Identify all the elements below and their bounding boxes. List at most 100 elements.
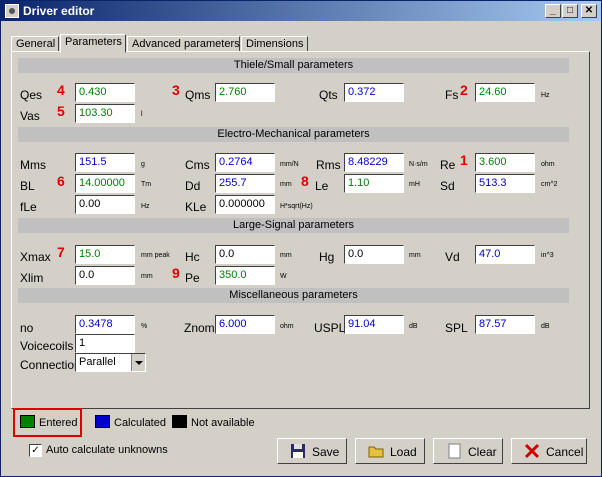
fle-field[interactable]: 0.00 — [75, 195, 135, 214]
entered-legend-label: Entered — [39, 417, 78, 429]
fs-label: Fs — [445, 88, 459, 102]
rms-label: Rms — [316, 158, 341, 172]
qts-label: Qts — [319, 88, 338, 102]
rms-unit: N·s/m — [409, 161, 428, 168]
re-field[interactable]: 3.600 — [475, 153, 535, 172]
not-available-legend-label: Not available — [191, 417, 255, 429]
load-button[interactable]: Load — [355, 438, 425, 464]
bl-label: BL — [20, 179, 35, 193]
entered-swatch — [20, 415, 35, 428]
cms-unit: mm/N — [280, 161, 299, 168]
floppy-disk-icon — [291, 444, 305, 458]
app-icon — [5, 4, 19, 18]
sd-field[interactable]: 513.3 — [475, 174, 535, 193]
fle-label: fLe — [20, 200, 37, 214]
kle-field[interactable]: 0.000000 — [215, 195, 275, 214]
pe-label: Pe — [185, 271, 200, 285]
qts-field[interactable]: 0.372 — [344, 83, 404, 102]
fs-unit: Hz — [541, 92, 550, 99]
bl-field[interactable]: 14.00000 — [75, 174, 135, 193]
cms-field[interactable]: 0.2764 — [215, 153, 275, 172]
voicecoils-label: Voicecoils — [20, 339, 74, 353]
driver-editor-window: Driver editor _ □ ✕ General Parameters A… — [0, 0, 602, 477]
section-miscellaneous: Miscellaneous parameters — [18, 288, 569, 303]
spl-field[interactable]: 87.57 — [475, 315, 535, 334]
vas-label: Vas — [20, 109, 40, 123]
calculated-legend-label: Calculated — [114, 417, 166, 429]
uspl-unit: dB — [409, 323, 418, 330]
connection-label: Connection — [20, 358, 81, 372]
vd-field[interactable]: 47.0 — [475, 245, 535, 264]
annotation-6: 6 — [57, 173, 65, 189]
dd-unit: mm — [280, 181, 292, 188]
annotation-7: 7 — [57, 244, 65, 260]
cancel-button[interactable]: Cancel — [511, 438, 587, 464]
spl-unit: dB — [541, 323, 550, 330]
close-icon: ✕ — [584, 5, 594, 16]
znom-field[interactable]: 6.000 — [215, 315, 275, 334]
maximize-icon: □ — [566, 5, 574, 16]
qes-field[interactable]: 0.430 — [75, 83, 135, 102]
cancel-label: Cancel — [546, 445, 584, 459]
cms-label: Cms — [185, 158, 210, 172]
xlim-label: Xlim — [20, 271, 44, 285]
mms-unit: g — [141, 161, 145, 168]
section-thiele-small: Thiele/Small parameters — [18, 58, 569, 73]
qms-field[interactable]: 2.760 — [215, 83, 275, 102]
save-button[interactable]: Save — [277, 438, 347, 464]
le-field[interactable]: 1.10 — [344, 174, 404, 193]
rms-field[interactable]: 8.48229 — [344, 153, 404, 172]
folder-icon — [368, 446, 384, 458]
xmax-label: Xmax — [20, 250, 51, 264]
tab-parameters[interactable]: Parameters — [60, 34, 126, 53]
annotation-8: 8 — [301, 173, 309, 189]
section-large-signal: Large-Signal parameters — [18, 218, 569, 233]
voicecoils-field[interactable]: 1 — [75, 334, 135, 353]
xmax-unit: mm peak — [141, 252, 170, 259]
calculated-swatch — [95, 415, 110, 428]
dd-field[interactable]: 255.7 — [215, 174, 275, 193]
annotation-2: 2 — [460, 82, 468, 98]
hg-field[interactable]: 0.0 — [344, 245, 404, 264]
close-button[interactable]: ✕ — [581, 4, 597, 18]
sd-label: Sd — [440, 179, 455, 193]
tab-general[interactable]: General — [11, 36, 59, 52]
connection-select[interactable]: Parallel — [75, 353, 146, 372]
auto-calculate-checkbox[interactable]: ✓ — [29, 444, 42, 457]
no-label: no — [20, 321, 34, 335]
mms-field[interactable]: 151.5 — [75, 153, 135, 172]
hg-unit: mm — [409, 252, 421, 259]
uspl-label: USPL — [314, 321, 346, 335]
maximize-button[interactable]: □ — [562, 4, 578, 18]
znom-label: Znom — [184, 321, 215, 335]
clear-button[interactable]: Clear — [433, 438, 503, 464]
spl-label: SPL — [445, 321, 468, 335]
xmax-field[interactable]: 15.0 — [75, 245, 135, 264]
tab-dimensions[interactable]: Dimensions — [241, 36, 308, 52]
annotation-4: 4 — [57, 82, 65, 98]
znom-unit: ohm — [280, 323, 294, 330]
chevron-down-icon[interactable] — [131, 354, 145, 371]
not-available-swatch — [172, 415, 187, 428]
title-bar[interactable]: Driver editor _ □ ✕ — [1, 1, 601, 21]
annotation-9: 9 — [172, 265, 180, 281]
hc-field[interactable]: 0.0 — [215, 245, 275, 264]
blank-page-icon — [448, 443, 461, 459]
no-field[interactable]: 0.3478 — [75, 315, 135, 334]
pe-field[interactable]: 350.0 — [215, 266, 275, 285]
window-title: Driver editor — [23, 4, 95, 18]
xlim-unit: mm — [141, 273, 153, 280]
tab-advanced-parameters[interactable]: Advanced parameters — [127, 36, 240, 52]
hc-unit: mm — [280, 252, 292, 259]
save-label: Save — [312, 445, 340, 459]
uspl-field[interactable]: 91.04 — [344, 315, 404, 334]
no-unit: % — [141, 323, 148, 330]
xlim-field[interactable]: 0.0 — [75, 266, 135, 285]
vas-field[interactable]: 103.30 — [75, 104, 135, 123]
minimize-icon: _ — [550, 5, 556, 16]
minimize-button[interactable]: _ — [545, 4, 561, 18]
vd-unit: in^3 — [541, 252, 554, 259]
fs-field[interactable]: 24.60 — [475, 83, 535, 102]
annotation-1: 1 — [460, 152, 468, 168]
mms-label: Mms — [20, 158, 46, 172]
